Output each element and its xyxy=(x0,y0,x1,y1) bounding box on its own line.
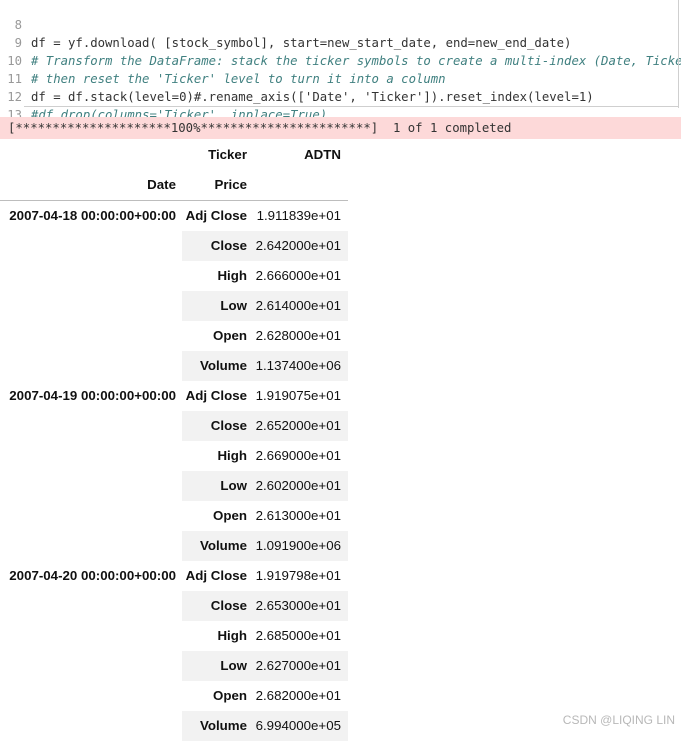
column-header: ADTN xyxy=(304,147,341,162)
price-index-cell: Close xyxy=(210,598,247,613)
code-line[interactable]: 10 # then reset the 'Ticker' level to tu… xyxy=(0,34,445,86)
price-index-cell: High xyxy=(217,268,247,283)
price-index-cell: Open xyxy=(213,688,247,703)
code-line[interactable]: 11 df = df.stack(level=0)#.rename_axis([… xyxy=(0,52,593,104)
table-row: Low 2.602000e+01 xyxy=(0,471,348,501)
index-name-date: Date xyxy=(147,177,176,192)
value-cell: 2.682000e+01 xyxy=(255,688,341,703)
code-line[interactable]: 9 # Transform the DataFrame: stack the t… xyxy=(0,16,681,68)
table-row: Close 2.652000e+01 xyxy=(0,411,348,441)
price-index-cell: Adj Close xyxy=(185,568,247,583)
table-row: Volume 1.137400e+06 xyxy=(0,351,348,381)
table-row: High 2.669000e+01 xyxy=(0,441,348,471)
price-index-cell: Adj Close xyxy=(185,388,247,403)
table-row: High 2.685000e+01 xyxy=(0,621,348,651)
table-row: High 2.666000e+01 xyxy=(0,261,348,291)
value-cell: 2.685000e+01 xyxy=(255,628,341,643)
date-index-cell: 2007-04-18 00:00:00+00:00 xyxy=(9,208,176,223)
table-row: Close 2.653000e+01 xyxy=(0,591,348,621)
value-cell: 2.652000e+01 xyxy=(255,418,341,433)
header-row-index-names: Date Price xyxy=(0,170,348,200)
table-row: 2007-04-20 00:00:00+00:00 Adj Close 1.9197… xyxy=(0,561,348,591)
code-text: df = df.stack(level=0)#.rename_axis(['Da… xyxy=(31,90,594,104)
table-row: Close 2.642000e+01 xyxy=(0,231,348,261)
value-cell: 2.628000e+01 xyxy=(255,328,341,343)
table-row: Open 2.613000e+01 xyxy=(0,501,348,531)
code-text: df = yf.download( [stock_symbol], start=… xyxy=(31,36,572,50)
stderr-output: [*********************100%**************… xyxy=(0,117,681,139)
code-comment: # then reset the 'Ticker' level to turn … xyxy=(31,72,446,86)
table-row: Low 2.627000e+01 xyxy=(0,651,348,681)
table-row: Volume 1.091900e+06 xyxy=(0,531,348,561)
price-index-cell: Volume xyxy=(199,718,247,733)
table-row: 2007-04-19 00:00:00+00:00 Adj Close 1.9190… xyxy=(0,381,348,411)
value-cell: 6.994000e+05 xyxy=(255,718,341,733)
price-index-cell: Close xyxy=(210,418,247,433)
download-progress-text: [*********************100%**************… xyxy=(8,121,512,135)
date-index-cell: 2007-04-19 00:00:00+00:00 xyxy=(9,388,176,403)
price-index-cell: Open xyxy=(213,508,247,523)
value-cell: 1.919075e+01 xyxy=(255,388,341,403)
value-cell: 2.653000e+01 xyxy=(255,598,341,613)
code-line[interactable]: 12 #df.drop(columns='Ticker', inplace=Tr… xyxy=(0,70,327,122)
cell-border-bottom xyxy=(24,106,679,107)
code-comment: # Transform the DataFrame: stack the tic… xyxy=(31,54,681,68)
price-index-cell: Open xyxy=(213,328,247,343)
price-index-cell: Adj Close xyxy=(185,208,247,223)
index-name-price: Price xyxy=(214,177,247,192)
column-level-label: Ticker xyxy=(208,147,247,162)
date-index-cell: 2007-04-20 00:00:00+00:00 xyxy=(9,568,176,583)
value-cell: 2.666000e+01 xyxy=(255,268,341,283)
value-cell: 1.137400e+06 xyxy=(255,358,341,373)
table-row: Volume 6.994000e+05 xyxy=(0,711,348,741)
price-index-cell: Volume xyxy=(199,358,247,373)
header-row-ticker: Ticker ADTN xyxy=(0,140,348,170)
table-row: 2007-04-18 00:00:00+00:00 Adj Close 1.9118… xyxy=(0,201,348,231)
code-line[interactable]: 13 df xyxy=(0,88,46,140)
code-line[interactable]: 8 df = yf.download( [stock_symbol], star… xyxy=(0,0,572,50)
price-index-cell: Volume xyxy=(199,538,247,553)
value-cell: 2.642000e+01 xyxy=(255,238,341,253)
value-cell: 2.627000e+01 xyxy=(255,658,341,673)
value-cell: 2.613000e+01 xyxy=(255,508,341,523)
table-row: Open 2.628000e+01 xyxy=(0,321,348,351)
price-index-cell: High xyxy=(217,628,247,643)
price-index-cell: Low xyxy=(220,478,247,493)
watermark: CSDN @LIQING LIN xyxy=(562,713,675,727)
value-cell: 2.602000e+01 xyxy=(255,478,341,493)
code-cell-editor[interactable]: 8 df = yf.download( [stock_symbol], star… xyxy=(0,0,681,140)
value-cell: 1.911839e+01 xyxy=(256,208,341,223)
cell-border-right xyxy=(678,0,679,108)
value-cell: 2.669000e+01 xyxy=(255,448,341,463)
price-index-cell: Low xyxy=(220,658,247,673)
table-row: Open 2.682000e+01 xyxy=(0,681,348,711)
value-cell: 2.614000e+01 xyxy=(255,298,341,313)
price-index-cell: High xyxy=(217,448,247,463)
table-row: Low 2.614000e+01 xyxy=(0,291,348,321)
price-index-cell: Low xyxy=(220,298,247,313)
value-cell: 1.919798e+01 xyxy=(255,568,341,583)
price-index-cell: Close xyxy=(210,238,247,253)
value-cell: 1.091900e+06 xyxy=(255,538,341,553)
